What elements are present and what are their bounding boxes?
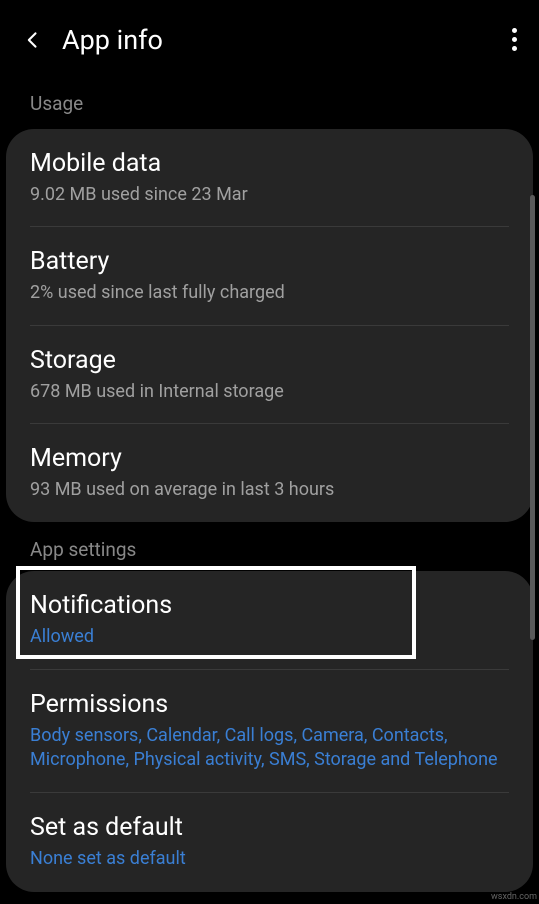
battery-item[interactable]: Battery 2% used since last fully charged: [6, 227, 533, 324]
set-as-default-item[interactable]: Set as default None set as default: [6, 793, 533, 891]
storage-subtitle: 678 MB used in Internal storage: [30, 380, 509, 403]
watermark: wsxdn.com: [491, 892, 537, 902]
header: App info: [0, 0, 539, 76]
scrollbar[interactable]: [530, 195, 535, 640]
back-icon[interactable]: [18, 25, 48, 55]
memory-item[interactable]: Memory 93 MB used on average in last 3 h…: [6, 424, 533, 521]
storage-item[interactable]: Storage 678 MB used in Internal storage: [6, 326, 533, 423]
permissions-subtitle: Body sensors, Calendar, Call logs, Camer…: [30, 724, 509, 773]
battery-title: Battery: [30, 247, 509, 277]
usage-section-label: Usage: [0, 76, 539, 125]
page-title: App info: [62, 24, 163, 56]
notifications-title: Notifications: [30, 591, 509, 621]
notifications-item[interactable]: Notifications Allowed: [6, 571, 533, 669]
memory-title: Memory: [30, 444, 509, 474]
notifications-subtitle: Allowed: [30, 625, 509, 649]
permissions-item[interactable]: Permissions Body sensors, Calendar, Call…: [6, 670, 533, 793]
set-as-default-subtitle: None set as default: [30, 847, 509, 871]
more-options-icon[interactable]: [512, 28, 517, 51]
set-as-default-title: Set as default: [30, 813, 509, 843]
mobile-data-subtitle: 9.02 MB used since 23 Mar: [30, 183, 509, 206]
app-settings-card: Notifications Allowed Permissions Body s…: [6, 571, 533, 892]
mobile-data-title: Mobile data: [30, 149, 509, 179]
battery-subtitle: 2% used since last fully charged: [30, 281, 509, 304]
memory-subtitle: 93 MB used on average in last 3 hours: [30, 478, 509, 501]
permissions-title: Permissions: [30, 690, 509, 720]
storage-title: Storage: [30, 346, 509, 376]
app-settings-section-label: App settings: [0, 522, 539, 571]
mobile-data-item[interactable]: Mobile data 9.02 MB used since 23 Mar: [6, 129, 533, 226]
usage-card: Mobile data 9.02 MB used since 23 Mar Ba…: [6, 129, 533, 522]
